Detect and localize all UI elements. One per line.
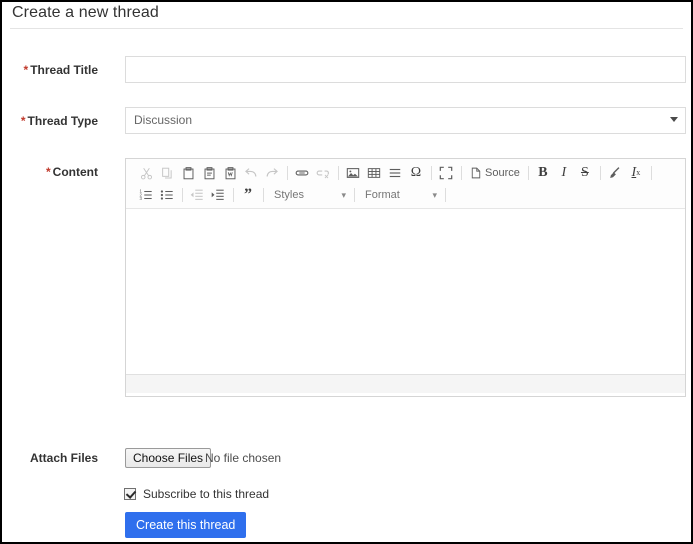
editor-toolbar-row-2: 1 2 3 ” Styles ▾ Format ▾ [136, 184, 681, 206]
toolbar-separator [263, 188, 264, 202]
blockquote-icon[interactable]: ” [238, 185, 258, 205]
thread-type-label: * Thread Type [2, 114, 98, 128]
create-thread-page: Create a new thread * Thread Title * Threa… [0, 0, 693, 544]
toolbar-separator [445, 188, 446, 202]
choose-files-button[interactable]: Choose Files [125, 448, 212, 468]
strikethrough-icon[interactable]: S [575, 163, 595, 183]
toolbar-separator [650, 166, 652, 180]
svg-text:3: 3 [140, 196, 143, 201]
cut-icon[interactable] [136, 163, 156, 183]
toolbar-separator [182, 188, 183, 202]
toolbar-separator [599, 166, 601, 180]
required-asterisk: * [46, 165, 51, 179]
format-dropdown-label: Format [365, 189, 400, 201]
editor-toolbar: Ω Source B I S I x 1 2 3 ” Styles ▾ Form… [126, 159, 685, 209]
required-asterisk: * [23, 63, 29, 77]
link-icon[interactable] [292, 163, 312, 183]
toolbar-separator [233, 188, 234, 202]
format-dropdown[interactable]: Format ▾ [359, 186, 441, 205]
thread-title-input[interactable] [125, 56, 686, 83]
paste-word-icon[interactable] [220, 163, 240, 183]
toolbar-separator [287, 166, 288, 180]
indent-icon[interactable] [208, 185, 228, 205]
table-icon[interactable] [364, 163, 384, 183]
create-thread-button[interactable]: Create this thread [125, 512, 247, 538]
subscript-icon[interactable]: Ix [626, 163, 646, 183]
horizontal-rule-icon[interactable] [385, 163, 405, 183]
italic-icon[interactable]: I [554, 163, 574, 183]
toolbar-separator [338, 166, 339, 180]
paste-icon[interactable] [178, 163, 198, 183]
subscribe-checkbox-row[interactable]: Subscribe to this thread [124, 487, 269, 501]
thread-type-label-text: Thread Type [27, 114, 98, 128]
thread-type-select[interactable]: Discussion [125, 107, 686, 134]
chevron-down-icon: ▾ [432, 189, 437, 200]
styles-dropdown-label: Styles [274, 189, 304, 201]
toolbar-separator [527, 166, 529, 180]
toolbar-separator [354, 188, 355, 202]
required-asterisk: * [20, 114, 26, 128]
maximize-icon[interactable] [436, 163, 456, 183]
toolbar-separator [461, 166, 462, 180]
styles-dropdown[interactable]: Styles ▾ [268, 186, 350, 205]
thread-title-label-text: Thread Title [30, 63, 98, 77]
page-title: Create a new thread [12, 4, 159, 21]
subscribe-checkbox[interactable] [124, 488, 136, 500]
source-button-label: Source [485, 167, 520, 179]
file-chosen-status: No file chosen [205, 451, 282, 465]
source-page-icon [470, 167, 482, 179]
bulleted-list-icon[interactable] [157, 185, 177, 205]
editor-content-area[interactable] [126, 209, 685, 374]
copy-icon[interactable] [157, 163, 177, 183]
toolbar-separator [431, 166, 432, 180]
special-character-icon[interactable]: Ω [406, 163, 426, 183]
thread-type-selected-value: Discussion [134, 113, 193, 127]
remove-format-brush-icon[interactable] [605, 163, 625, 183]
numbered-list-icon[interactable]: 1 2 3 [136, 185, 156, 205]
chevron-down-icon: ▾ [341, 189, 346, 200]
subscribe-checkbox-label: Subscribe to this thread [143, 487, 270, 501]
editor-status-bar [126, 374, 685, 393]
thread-title-label: * Thread Title [2, 63, 98, 77]
chevron-down-icon [670, 117, 678, 122]
title-divider [10, 28, 683, 29]
bold-icon[interactable]: B [533, 163, 553, 183]
content-label: * Content [2, 165, 98, 179]
outdent-icon[interactable] [187, 185, 207, 205]
source-button[interactable]: Source [466, 164, 524, 182]
unlink-icon[interactable] [313, 163, 333, 183]
undo-icon[interactable] [241, 163, 261, 183]
editor-toolbar-row-1: Ω Source B I S I x [136, 162, 681, 184]
image-icon[interactable] [343, 163, 363, 183]
attach-files-label: Attach Files [29, 451, 98, 465]
paste-text-icon[interactable] [199, 163, 219, 183]
rich-text-editor: Ω Source B I S I x 1 2 3 ” Styles ▾ Form… [125, 158, 686, 397]
content-label-text: Content [52, 165, 98, 179]
redo-icon[interactable] [262, 163, 282, 183]
